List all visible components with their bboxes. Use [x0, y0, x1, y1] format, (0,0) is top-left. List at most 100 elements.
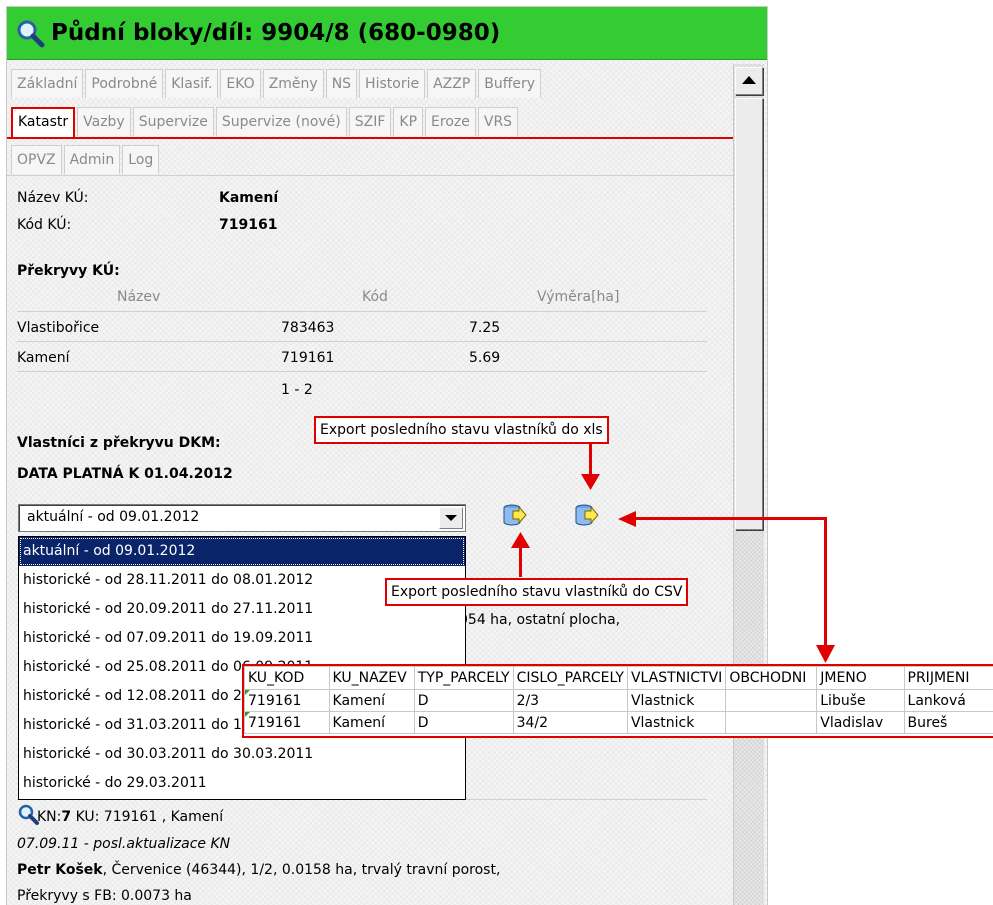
tab-klasif[interactable]: Klasif.: [165, 69, 218, 98]
table-cell: Lanková: [904, 690, 993, 712]
ku-code-value: 719161: [219, 217, 277, 233]
magnifier-icon[interactable]: [17, 803, 39, 825]
overlap-row-2-code: 719161: [281, 350, 334, 366]
tab-admin[interactable]: Admin: [64, 145, 121, 174]
export-col-header: VLASTNICTVI: [627, 667, 725, 690]
owner-name: Petr Košek: [17, 862, 103, 878]
dropdown-option[interactable]: historické - od 30.03.2011 do 30.03.2011: [19, 740, 465, 769]
cell-indicator: [245, 690, 250, 695]
kn-line: KN:7 KU: 719161 , Kamení: [37, 809, 223, 825]
export-table-preview: KU_KOD KU_NAZEV TYP_PARCELY CISLO_PARCEL…: [242, 664, 993, 738]
cell-value: 719161: [248, 693, 301, 709]
cell-indicator: [245, 712, 250, 717]
tab-katastr[interactable]: Katastr: [11, 107, 75, 137]
tab-podrobne[interactable]: Podrobné: [85, 69, 163, 98]
export-col-header: KU_KOD: [245, 667, 330, 690]
scroll-up-button[interactable]: [735, 67, 763, 95]
table-cell: D: [414, 712, 513, 734]
export-table-header: KU_KOD KU_NAZEV TYP_PARCELY CISLO_PARCEL…: [245, 667, 993, 690]
export-col-header: CISLO_PARCELY: [513, 667, 627, 690]
arrow-head-icon: [816, 645, 835, 663]
export-xls-icon[interactable]: [573, 502, 599, 528]
overlaps-pager: 1 - 2: [281, 382, 313, 398]
col-header-nazev: Název: [117, 289, 160, 305]
tab-eroze[interactable]: Eroze: [425, 107, 476, 136]
table-cell: Vlastnick: [627, 712, 725, 734]
tab-zakladni[interactable]: Základní: [11, 69, 83, 98]
tab-supervize[interactable]: Supervize: [133, 107, 214, 136]
kn-number: 7: [61, 809, 71, 825]
export-col-header: KU_NAZEV: [329, 667, 414, 690]
overlap-row-1-name: Vlastibořice: [17, 320, 99, 336]
tab-row-1: Základní Podrobné Klasif. EKO Změny NS H…: [11, 69, 543, 98]
arrow-shaft: [824, 517, 827, 647]
tab-supervize-nove[interactable]: Supervize (nové): [216, 107, 347, 136]
tab-ns[interactable]: NS: [326, 69, 357, 98]
overlaps-header-rule: [17, 311, 707, 312]
table-cell: [726, 690, 817, 712]
tab-opvz[interactable]: OPVZ: [11, 145, 62, 174]
scroll-thumb[interactable]: [735, 98, 763, 530]
tab-szif[interactable]: SZIF: [349, 107, 392, 136]
owners-heading: Vlastníci z překryvu DKM:: [17, 435, 221, 451]
overlaps-heading: Překryvy KÚ:: [17, 263, 120, 279]
tab-historie[interactable]: Historie: [359, 69, 425, 98]
table-row: 719161 Kamení D 34/2 Vlastnick Vladislav…: [245, 712, 993, 734]
overlap-row-rule: [17, 341, 707, 342]
tab-zmeny[interactable]: Změny: [263, 69, 324, 98]
table-cell: D: [414, 690, 513, 712]
tab-row-2: Katastr Vazby Supervize Supervize (nové)…: [11, 107, 520, 137]
table-cell: Libuše: [817, 690, 904, 712]
col-header-kod: Kód: [362, 289, 388, 305]
overlap-row-2-area: 5.69: [469, 350, 500, 366]
table-cell: 34/2: [513, 712, 627, 734]
table-row: 719161 Kamení D 2/3 Vlastnick Libuše Lan…: [245, 690, 993, 712]
overlap-row-2-name: Kamení: [17, 350, 70, 366]
tab-buffery[interactable]: Buffery: [478, 69, 541, 98]
export-col-header: TYP_PARCELY: [414, 667, 513, 690]
callout-export-csv: Export posledního stavu vlastníků do CSV: [385, 578, 688, 606]
tab-vrs[interactable]: VRS: [478, 107, 518, 136]
owner-details: , Červenice (46344), 1/2, 0.0158 ha, trv…: [103, 862, 501, 878]
arrow-shaft: [589, 444, 592, 476]
dropdown-option[interactable]: historické - do 29.03.2011: [19, 769, 465, 798]
tab-row-3: OPVZ Admin Log: [11, 145, 161, 174]
owners-valid-date: DATA PLATNÁ K 01.04.2012: [17, 466, 233, 482]
table-cell: 719161: [245, 712, 330, 734]
export-col-header: OBCHODNI: [726, 667, 817, 690]
table-cell: 2/3: [513, 690, 627, 712]
kn-owner-line: Petr Košek, Červenice (46344), 1/2, 0.01…: [17, 862, 500, 878]
arrow-shaft: [519, 547, 522, 577]
export-csv-icon[interactable]: [501, 502, 527, 528]
window-title: Půdní bloky/díl: 9904/8 (680-0980): [51, 20, 500, 46]
arrow-head-icon: [581, 474, 600, 490]
table-cell: Vladislav: [817, 712, 904, 734]
overlap-row-1-code: 783463: [281, 320, 334, 336]
ku-code-label: Kód KÚ:: [17, 217, 71, 233]
export-col-header: JMENO: [817, 667, 904, 690]
arrow-shaft: [634, 517, 827, 520]
history-select[interactable]: aktuální - od 09.01.2012: [18, 504, 466, 532]
owner-text-partial: 054 ha, ostatní plocha,: [459, 612, 620, 628]
ku-name-value: Kamení: [219, 190, 278, 206]
ku-name-label: Název KÚ:: [17, 190, 89, 206]
kn-prefix: KN:: [37, 809, 61, 825]
cell-value: 719161: [248, 715, 301, 731]
tab-vazby[interactable]: Vazby: [77, 107, 131, 136]
chevron-down-icon[interactable]: [439, 507, 463, 529]
tab-log[interactable]: Log: [122, 145, 159, 174]
callout-export-xls: Export posledního stavu vlastníků do xls: [314, 416, 609, 444]
tab-azzp[interactable]: AZZP: [427, 69, 476, 98]
magnifier-icon: [15, 18, 45, 48]
dropdown-option[interactable]: aktuální - od 09.01.2012: [19, 537, 465, 566]
title-bar: Půdní bloky/díl: 9904/8 (680-0980): [7, 7, 767, 60]
tab-kp[interactable]: KP: [393, 107, 423, 136]
dropdown-option[interactable]: historické - od 07.09.2011 do 19.09.2011: [19, 624, 465, 653]
col-header-vymera: Výměra[ha]: [537, 289, 619, 305]
table-cell: 719161: [245, 690, 330, 712]
export-table: KU_KOD KU_NAZEV TYP_PARCELY CISLO_PARCEL…: [244, 666, 993, 734]
active-tab-underline: [7, 137, 733, 139]
vertical-scrollbar[interactable]: [733, 64, 764, 905]
overlap-row-rule-2: [17, 371, 707, 372]
tab-eko[interactable]: EKO: [220, 69, 260, 98]
